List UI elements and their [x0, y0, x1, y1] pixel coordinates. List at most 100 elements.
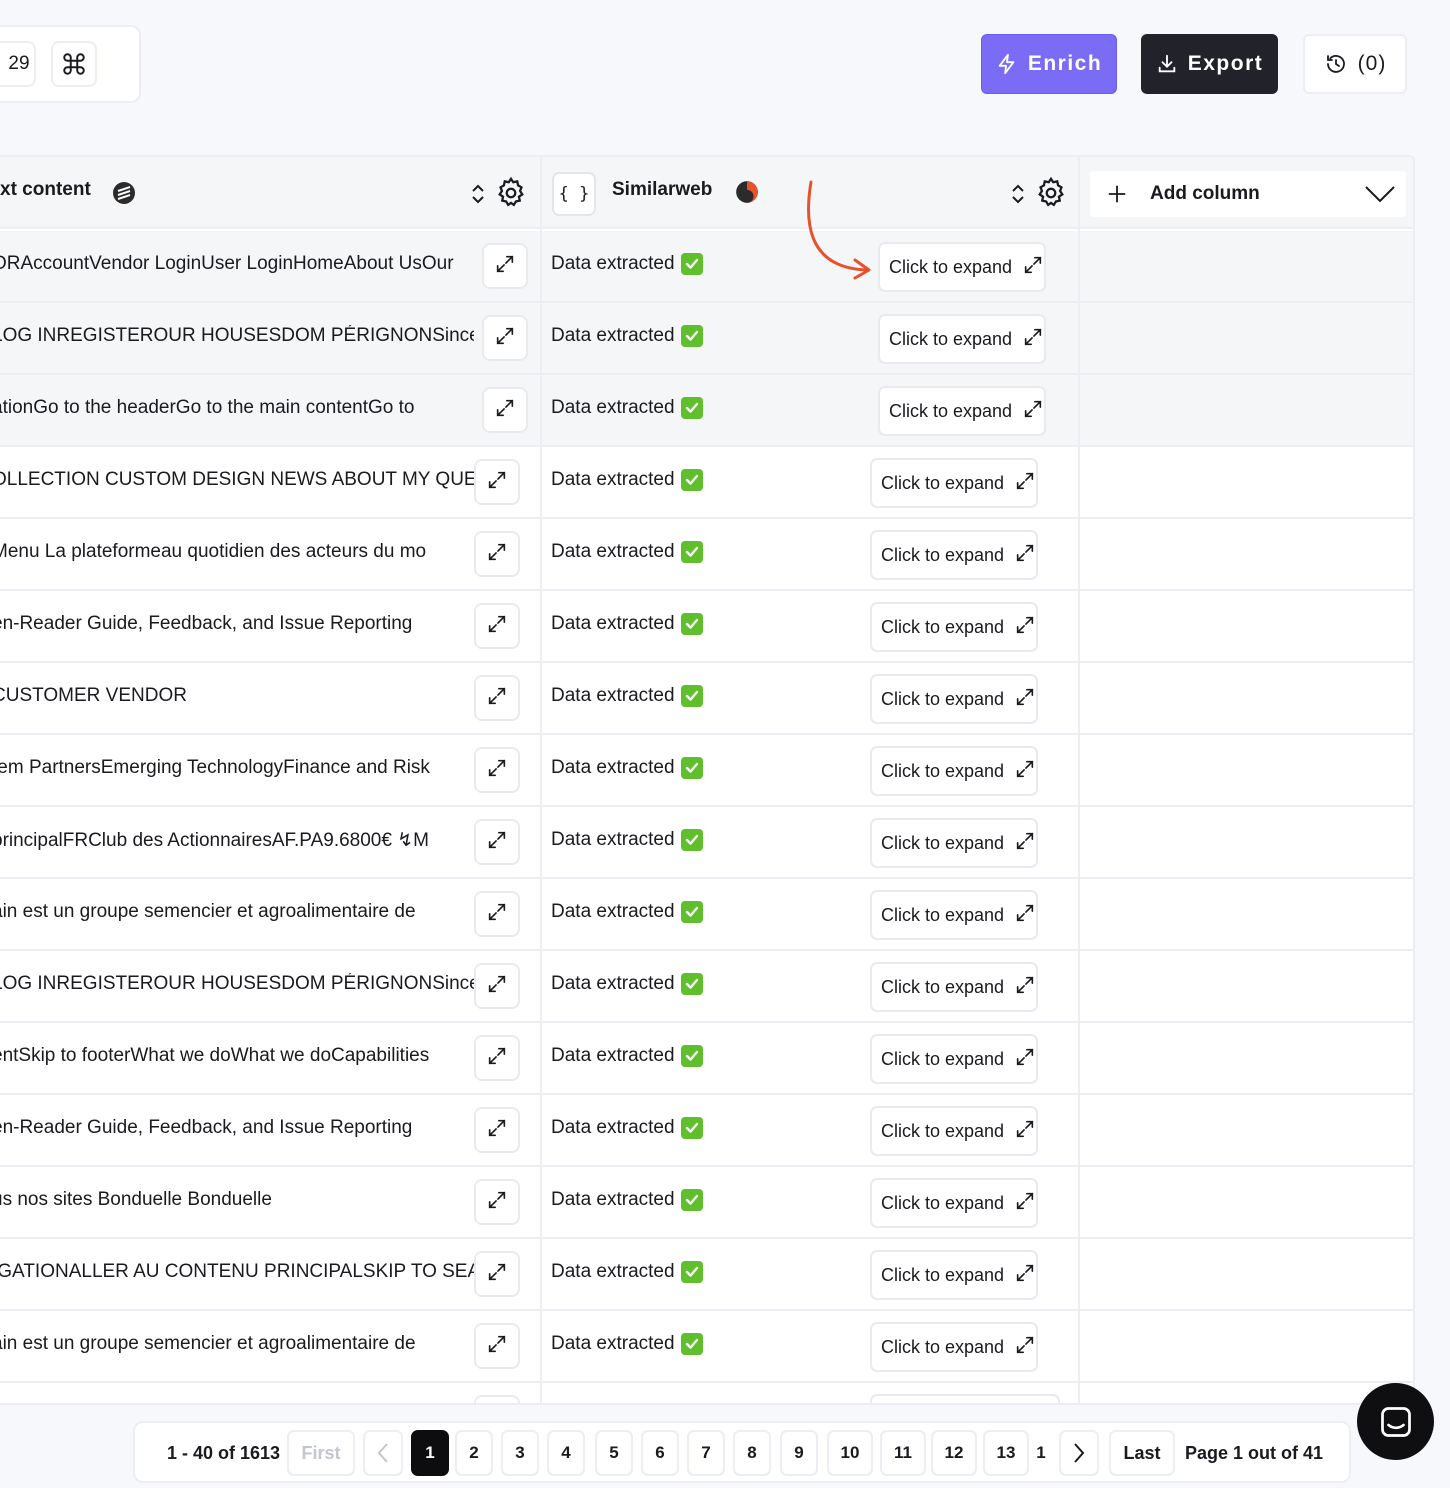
table-row[interactable]: ationGo to the headerGo to the main cont…: [0, 375, 1413, 447]
page-button[interactable]: 5: [595, 1430, 633, 1476]
check-icon: [680, 901, 703, 923]
expand-text-button[interactable]: [474, 963, 520, 1009]
page-button[interactable]: 2: [455, 1430, 493, 1476]
expand-text-button[interactable]: [474, 603, 520, 649]
table-row[interactable]: LOG INREGISTEROUR HOUSESDOM PÉRIGNONSinc…: [0, 303, 1413, 375]
click-to-expand-button[interactable]: Click to expand: [878, 242, 1047, 292]
table-row[interactable]: entSkip to footerWhat we doWhat we doCap…: [0, 1023, 1413, 1095]
expand-icon: [1014, 902, 1036, 929]
text-content-value: entSkip to footerWhat we doWhat we doCap…: [0, 1045, 430, 1066]
expand-text-button[interactable]: [474, 1251, 520, 1297]
table-row[interactable]: tem PartnersEmerging TechnologyFinance a…: [0, 735, 1413, 807]
status-text: Data extracted: [551, 1189, 703, 1211]
expand-text-button[interactable]: [474, 1323, 520, 1369]
status-label: Data extracted: [551, 613, 675, 634]
click-to-expand-button[interactable]: Click to expand: [870, 962, 1039, 1012]
click-to-expand-button[interactable]: Click to expand: [870, 674, 1039, 724]
previous-page-button[interactable]: [363, 1430, 403, 1476]
table-row[interactable]: OLLECTION CUSTOM DESIGN NEWS ABOUT MY QU…: [0, 447, 1413, 519]
table-row[interactable]: Menu La plateformeau quotidien des acteu…: [0, 519, 1413, 591]
click-to-expand-button[interactable]: Click to expand: [878, 386, 1047, 436]
expand-icon: [486, 613, 508, 640]
table-row[interactable]: [0, 1383, 1413, 1403]
chat-widget-button[interactable]: [1357, 1383, 1434, 1460]
expand-text-button[interactable]: [474, 1035, 520, 1081]
table-row[interactable]: en-Reader Guide, Feedback, and Issue Rep…: [0, 1095, 1413, 1167]
export-button[interactable]: Export: [1141, 34, 1278, 94]
table-row[interactable]: ain est un groupe semencier et agroalime…: [0, 1311, 1413, 1383]
row-count-field[interactable]: 29: [0, 41, 36, 87]
table-row[interactable]: LOG INREGISTEROUR HOUSESDOM PÉRIGNONSinc…: [0, 951, 1413, 1023]
expand-text-button[interactable]: [474, 1107, 520, 1153]
click-to-expand-label: Click to expand: [889, 256, 1013, 277]
gear-icon[interactable]: [494, 176, 528, 210]
table-row[interactable]: IGATIONALLER AU CONTENU PRINCIPALSKIP TO…: [0, 1239, 1413, 1311]
status-text: Data extracted: [551, 901, 703, 923]
click-to-expand-button[interactable]: Click to expand: [870, 458, 1039, 508]
sort-icon[interactable]: [1010, 182, 1026, 206]
expand-text-button[interactable]: [482, 243, 528, 289]
next-page-button[interactable]: [1059, 1430, 1099, 1476]
text-content-cell: ORAccountVendor LoginUser LoginHomeAbout…: [0, 253, 474, 281]
table-row[interactable]: us nos sites Bonduelle Bonduelle Data ext…: [0, 1167, 1413, 1239]
sort-icon[interactable]: [470, 182, 486, 206]
column-header-text-content[interactable]: xt content: [0, 157, 540, 229]
table-row[interactable]: principalFRClub des ActionnairesAF.PA9.6…: [0, 807, 1413, 879]
page-button[interactable]: 10: [827, 1430, 873, 1476]
expand-text-button[interactable]: [474, 1395, 520, 1403]
history-button[interactable]: (0): [1303, 34, 1407, 94]
expand-text-button[interactable]: [482, 387, 528, 433]
text-content-cell: ain est un groupe semencier et agroalime…: [0, 1333, 474, 1361]
click-to-expand-button[interactable]: Click to expand: [870, 1178, 1039, 1228]
click-to-expand-button[interactable]: [870, 1394, 1060, 1403]
expand-icon: [1022, 398, 1044, 425]
export-label: Export: [1187, 52, 1264, 75]
page-button[interactable]: 8: [733, 1430, 771, 1476]
click-to-expand-button[interactable]: Click to expand: [870, 530, 1039, 580]
page-button[interactable]: 4: [547, 1430, 585, 1476]
click-to-expand-button[interactable]: Click to expand: [878, 314, 1047, 364]
enrich-button[interactable]: Enrich: [981, 34, 1117, 94]
click-to-expand-button[interactable]: Click to expand: [870, 1250, 1039, 1300]
first-page-button[interactable]: First: [287, 1430, 355, 1476]
page-button[interactable]: 6: [641, 1430, 679, 1476]
click-to-expand-button[interactable]: Click to expand: [870, 1322, 1039, 1372]
expand-text-button[interactable]: [474, 747, 520, 793]
table-row[interactable]: CUSTOMER VENDOR Data extracted Click to ex…: [0, 663, 1413, 735]
expand-icon: [1014, 974, 1036, 1001]
click-to-expand-button[interactable]: Click to expand: [870, 602, 1039, 652]
page-button[interactable]: 1: [1031, 1430, 1051, 1476]
expand-text-button[interactable]: [474, 675, 520, 721]
table-row[interactable]: ORAccountVendor LoginUser LoginHomeAbout…: [0, 231, 1413, 303]
click-to-expand-label: Click to expand: [881, 976, 1005, 997]
add-column-button[interactable]: Add column: [1090, 171, 1406, 217]
last-page-button[interactable]: Last: [1109, 1430, 1175, 1476]
expand-text-button[interactable]: [474, 891, 520, 937]
text-content-value: OLLECTION CUSTOM DESIGN NEWS ABOUT MY QU…: [0, 469, 474, 490]
click-to-expand-button[interactable]: Click to expand: [870, 1034, 1039, 1084]
click-to-expand-button[interactable]: Click to expand: [870, 1106, 1039, 1156]
click-to-expand-label: Click to expand: [889, 328, 1013, 349]
status-label: Data extracted: [551, 901, 675, 922]
page-button[interactable]: 1: [411, 1430, 449, 1476]
expand-text-button[interactable]: [474, 819, 520, 865]
expand-text-button[interactable]: [482, 315, 528, 361]
page-button[interactable]: 7: [687, 1430, 725, 1476]
command-button[interactable]: [51, 41, 97, 87]
expand-text-button[interactable]: [474, 459, 520, 505]
click-to-expand-button[interactable]: Click to expand: [870, 818, 1039, 868]
table-row[interactable]: en-Reader Guide, Feedback, and Issue Rep…: [0, 591, 1413, 663]
expand-text-button[interactable]: [474, 531, 520, 577]
expand-text-button[interactable]: [474, 1179, 520, 1225]
gear-icon[interactable]: [1034, 176, 1068, 210]
page-button[interactable]: 13: [983, 1430, 1029, 1476]
click-to-expand-button[interactable]: Click to expand: [870, 746, 1039, 796]
page-button[interactable]: 9: [780, 1430, 818, 1476]
table-row[interactable]: ain est un groupe semencier et agroalime…: [0, 879, 1413, 951]
click-to-expand-label: Click to expand: [881, 544, 1005, 565]
page-button[interactable]: 12: [931, 1430, 977, 1476]
click-to-expand-button[interactable]: Click to expand: [870, 890, 1039, 940]
page-button[interactable]: 11: [880, 1430, 926, 1476]
page-button[interactable]: 3: [501, 1430, 539, 1476]
text-content-value: principalFRClub des ActionnairesAF.PA9.6…: [0, 830, 429, 851]
